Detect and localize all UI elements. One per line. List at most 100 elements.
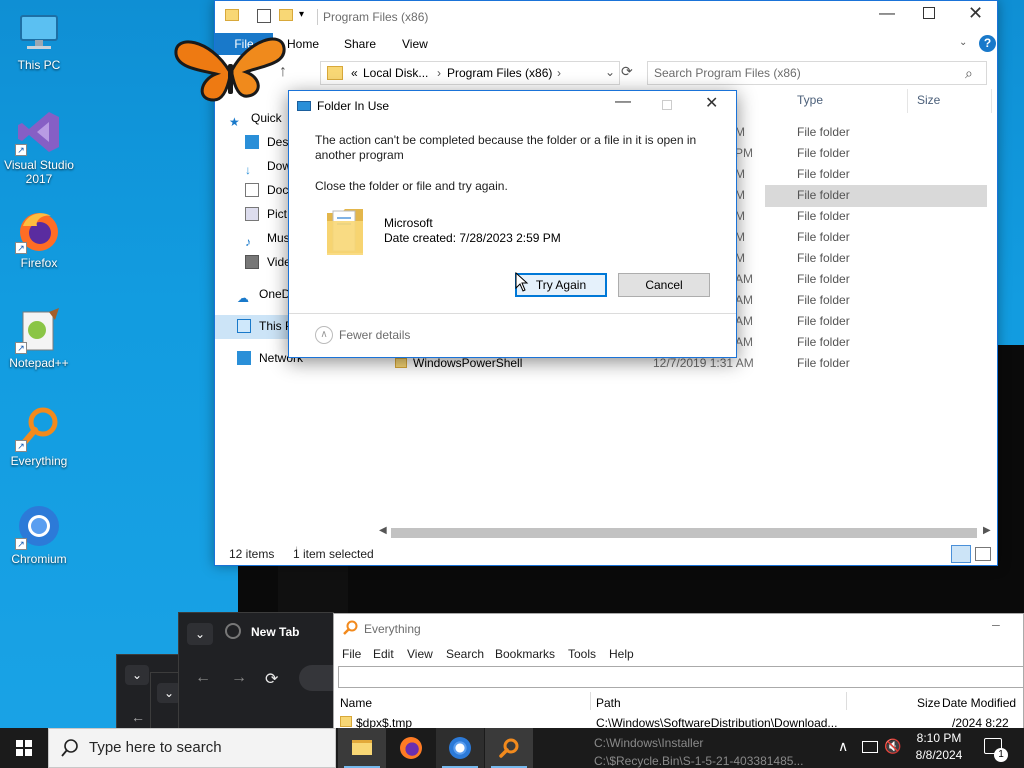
row-date: AM	[735, 293, 753, 307]
dialog-close-button[interactable]: ✕	[705, 93, 718, 113]
refresh-icon[interactable]: ⟳	[621, 63, 639, 83]
everything-window[interactable]: Everything – File Edit View Search Bookm…	[333, 613, 1024, 744]
close-button[interactable]: ✕	[968, 3, 983, 24]
address-overflow[interactable]: «	[351, 66, 358, 80]
film-icon	[245, 255, 259, 269]
nav-documents[interactable]: Doc	[239, 179, 288, 201]
taskbar-search-box[interactable]: Type here to search	[48, 728, 336, 768]
row-name[interactable]: WindowsPowerShell	[413, 356, 522, 370]
back-arrow-icon[interactable]: ←	[131, 709, 145, 725]
nav-downloads[interactable]: ↓ Dow	[239, 155, 291, 177]
cancel-button[interactable]: Cancel	[618, 273, 710, 297]
row-type[interactable]: File folder	[797, 251, 850, 265]
ribbon-tab-share[interactable]: Share	[344, 37, 376, 51]
taskbar-firefox[interactable]	[387, 728, 435, 768]
row-type[interactable]: File folder	[797, 167, 850, 181]
fewer-details-link[interactable]: Fewer details	[339, 328, 410, 342]
chevron-up-icon[interactable]: ∧	[315, 326, 333, 344]
column-header-date-modified[interactable]: Date Modified	[942, 696, 1016, 710]
scroll-right-icon[interactable]: ▶	[983, 525, 991, 536]
taskbar-file-explorer[interactable]	[338, 728, 386, 768]
menu-edit[interactable]: Edit	[373, 647, 394, 661]
chevron-right-icon[interactable]: ›	[557, 66, 561, 80]
omnibox[interactable]	[299, 665, 335, 691]
back-arrow-icon[interactable]: ←	[195, 669, 211, 687]
menu-file[interactable]: File	[342, 647, 361, 661]
row-type[interactable]: File folder	[797, 125, 850, 139]
chevron-down-icon[interactable]: ⌄	[125, 665, 149, 685]
reload-icon[interactable]: ⟳	[265, 669, 278, 689]
start-button[interactable]	[0, 728, 48, 768]
column-header-name[interactable]: Name	[340, 696, 372, 710]
nav-onedrive[interactable]: ☁ OneD	[231, 283, 290, 305]
tab-search-chevron-icon[interactable]: ⌄	[187, 623, 213, 645]
row-type[interactable]: File folder	[797, 146, 850, 160]
show-hidden-icons-icon[interactable]: ∧	[838, 738, 848, 755]
search-input[interactable]	[338, 666, 1024, 688]
minimize-button[interactable]: —	[879, 5, 895, 23]
vertical-scrollbar[interactable]	[989, 101, 997, 431]
help-icon[interactable]: ?	[979, 35, 996, 52]
network-icon[interactable]	[862, 741, 878, 753]
row-type[interactable]: File folder	[797, 335, 850, 349]
dialog-maximize-button	[662, 100, 672, 110]
desktop-icon-firefox[interactable]: ↗ Firefox	[4, 206, 74, 270]
maximize-button[interactable]	[923, 7, 935, 19]
folder-in-use-dialog[interactable]: Folder In Use — ✕ The action can't be co…	[288, 90, 737, 358]
forward-arrow-icon[interactable]: →	[231, 669, 247, 687]
search-input[interactable]: Search Program Files (x86)	[647, 61, 987, 85]
desktop-icon-notepad-plus-plus[interactable]: ↗ Notepad++	[4, 306, 74, 370]
row-type[interactable]: File folder	[797, 230, 850, 244]
taskbar-chromium[interactable]	[436, 728, 484, 768]
desktop-icon-everything[interactable]: ↗ Everything	[4, 404, 74, 468]
scroll-left-icon[interactable]: ◀	[379, 525, 387, 536]
horizontal-scrollbar[interactable]: ◀ ▶	[375, 525, 995, 541]
nav-this-pc[interactable]: This P	[231, 315, 293, 337]
title-bar[interactable]: ▾ Program Files (x86) — ✕	[215, 1, 997, 33]
column-header-size[interactable]: Size	[917, 696, 940, 710]
nav-pictures[interactable]: Pict	[239, 203, 287, 225]
scrollbar-thumb[interactable]	[391, 528, 977, 538]
properties-icon[interactable]	[257, 9, 271, 23]
nav-videos[interactable]: Vide	[239, 251, 291, 273]
desktop-icon-this-pc[interactable]: This PC	[4, 8, 74, 72]
tab-title[interactable]: New Tab	[251, 625, 299, 639]
ribbon-tab-view[interactable]: View	[402, 37, 428, 51]
row-type[interactable]: File folder	[797, 188, 850, 202]
ribbon-tab-home[interactable]: Home	[287, 37, 319, 51]
row-type[interactable]: File folder	[797, 209, 850, 223]
ribbon-expand-icon[interactable]: ⌄	[959, 37, 967, 48]
desktop-icon-chromium[interactable]: ↗ Chromium	[4, 502, 74, 566]
menu-tools[interactable]: Tools	[568, 647, 596, 661]
menu-search[interactable]: Search	[446, 647, 484, 661]
address-dropdown-icon[interactable]: ⌄	[605, 65, 615, 79]
desktop-icon-visual-studio[interactable]: ↗ Visual Studio 2017	[4, 108, 74, 186]
row-type[interactable]: File folder	[797, 272, 850, 286]
column-header-path[interactable]: Path	[596, 696, 621, 710]
nav-music[interactable]: ♪ Mus	[239, 227, 290, 249]
dialog-minimize-button[interactable]: —	[615, 93, 631, 111]
chromium-window[interactable]: ⌄ New Tab ← → ⟳	[178, 612, 335, 730]
quick-access-dropdown-icon[interactable]: ▾	[299, 9, 304, 20]
details-view-icon[interactable]	[951, 545, 971, 563]
menu-help[interactable]: Help	[609, 647, 634, 661]
column-header-size[interactable]: Size	[917, 93, 940, 107]
large-icons-view-icon[interactable]	[975, 547, 991, 561]
chevron-right-icon[interactable]: ›	[437, 66, 441, 80]
address-bar[interactable]: « Local Disk... › Program Files (x86) › …	[320, 61, 620, 85]
nav-desktop[interactable]: Desk	[239, 131, 294, 153]
minimize-button[interactable]: –	[992, 616, 1000, 632]
menu-view[interactable]: View	[407, 647, 433, 661]
clock[interactable]: 8:10 PM 8/8/2024	[906, 730, 972, 764]
row-type[interactable]: File folder	[797, 356, 850, 370]
address-segment-local-disk[interactable]: Local Disk...	[363, 66, 428, 80]
row-type[interactable]: File folder	[797, 314, 850, 328]
column-header-type[interactable]: Type	[797, 93, 823, 107]
row-type[interactable]: File folder	[797, 293, 850, 307]
new-folder-icon[interactable]	[279, 9, 293, 21]
taskbar-everything[interactable]	[485, 728, 533, 768]
address-segment-program-files[interactable]: Program Files (x86)	[447, 66, 552, 80]
nav-quick-access[interactable]: ★ Quick	[223, 107, 282, 129]
menu-bookmarks[interactable]: Bookmarks	[495, 647, 555, 661]
speaker-muted-icon[interactable]: 🔇	[884, 738, 901, 755]
